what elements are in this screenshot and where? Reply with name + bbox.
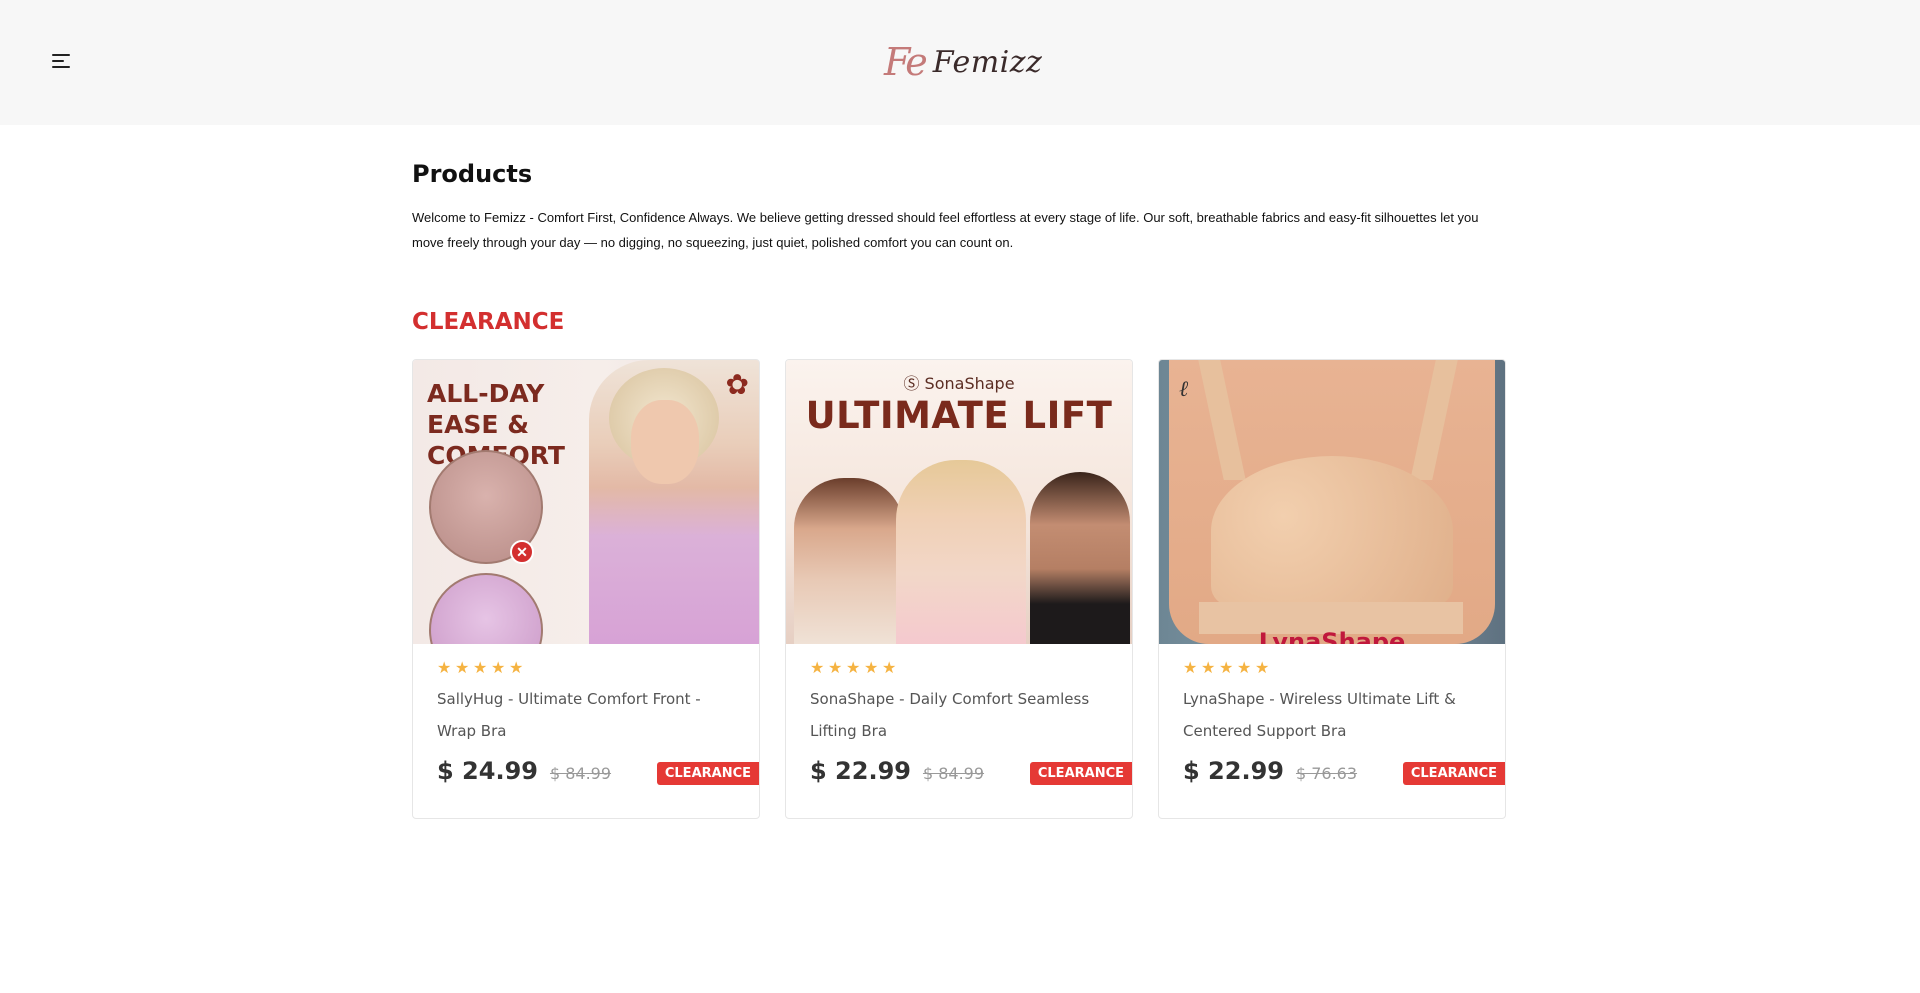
- star-icon: ★: [1219, 660, 1234, 677]
- product-old-price: $ 84.99: [922, 764, 985, 783]
- site-header: Fe Femizz: [0, 0, 1920, 125]
- product-price: $ 22.99: [810, 757, 911, 785]
- star-icon: ★: [810, 660, 825, 677]
- product-image[interactable]: ℓ LynaShape: [1159, 360, 1505, 644]
- star-icon: ★: [455, 660, 470, 677]
- intro-text: Welcome to Femizz - Comfort First, Confi…: [412, 210, 1479, 250]
- star-icon: ★: [491, 660, 506, 677]
- rating-stars: ★ ★ ★ ★ ★: [810, 661, 898, 677]
- logo-mark: Fe: [884, 40, 928, 84]
- x-mark-icon: ✕: [510, 540, 534, 564]
- model-figure: [794, 478, 904, 644]
- rating-stars: ★ ★ ★ ★ ★: [437, 661, 525, 677]
- product-price: $ 22.99: [1183, 757, 1284, 785]
- hamburger-menu-icon[interactable]: [52, 54, 72, 70]
- logo-text: Femizz: [932, 44, 1043, 80]
- star-icon: ★: [882, 660, 897, 677]
- product-name[interactable]: SonaShape - Daily Comfort Seamless Lifti…: [810, 683, 1110, 747]
- price-row: $ 22.99 $ 76.63: [1183, 757, 1357, 791]
- product-old-price: $ 84.99: [549, 764, 612, 783]
- clearance-badge: CLEARANCE: [1029, 762, 1132, 785]
- image-headline: ULTIMATE LIFT: [805, 394, 1113, 437]
- image-brand: Ⓢ SonaShape: [903, 374, 1015, 393]
- site-logo[interactable]: Fe Femizz: [884, 38, 1042, 86]
- product-old-price: $ 76.63: [1295, 764, 1358, 783]
- clearance-badge: CLEARANCE: [1402, 762, 1505, 785]
- star-icon: ★: [1183, 660, 1198, 677]
- section-title-clearance: CLEARANCE: [412, 309, 565, 335]
- detail-circle: [429, 573, 543, 644]
- star-icon: ★: [864, 660, 879, 677]
- product-price: $ 24.99: [437, 757, 538, 785]
- model-face: [631, 400, 699, 484]
- price-row: $ 22.99 $ 84.99: [810, 757, 984, 791]
- star-icon: ★: [828, 660, 843, 677]
- product-name[interactable]: LynaShape - Wireless Ultimate Lift & Cen…: [1183, 683, 1483, 747]
- star-icon: ★: [846, 660, 861, 677]
- product-card[interactable]: ALL-DAY EASE & COMFORT ✕ ✿ ★ ★ ★ ★ ★ Sal…: [412, 359, 760, 819]
- star-icon: ★: [1201, 660, 1216, 677]
- star-icon: ★: [473, 660, 488, 677]
- page-title: Products: [412, 160, 533, 188]
- clearance-badge: CLEARANCE: [656, 762, 759, 785]
- model-figure: [1030, 472, 1130, 644]
- star-icon: ★: [1237, 660, 1252, 677]
- product-card[interactable]: ℓ LynaShape ★ ★ ★ ★ ★ LynaShape - Wirele…: [1158, 359, 1506, 819]
- image-brand: LynaShape: [1258, 628, 1406, 644]
- star-icon: ★: [1255, 660, 1270, 677]
- product-image[interactable]: Ⓢ SonaShape ULTIMATE LIFT: [786, 360, 1132, 644]
- star-icon: ★: [509, 660, 524, 677]
- star-icon: ★: [437, 660, 452, 677]
- price-row: $ 24.99 $ 84.99: [437, 757, 611, 791]
- flower-logo-icon: ✿: [725, 369, 749, 400]
- bra-cups: [1211, 456, 1453, 606]
- signature-logo-icon: ℓ: [1179, 377, 1189, 402]
- product-name[interactable]: SallyHug - Ultimate Comfort Front - Wrap…: [437, 683, 737, 747]
- rating-stars: ★ ★ ★ ★ ★: [1183, 661, 1271, 677]
- model-figure: [896, 460, 1026, 644]
- image-brand-text: SonaShape: [924, 374, 1015, 393]
- product-image[interactable]: ALL-DAY EASE & COMFORT ✕ ✿: [413, 360, 759, 644]
- product-card[interactable]: Ⓢ SonaShape ULTIMATE LIFT ★ ★ ★ ★ ★ Sona…: [785, 359, 1133, 819]
